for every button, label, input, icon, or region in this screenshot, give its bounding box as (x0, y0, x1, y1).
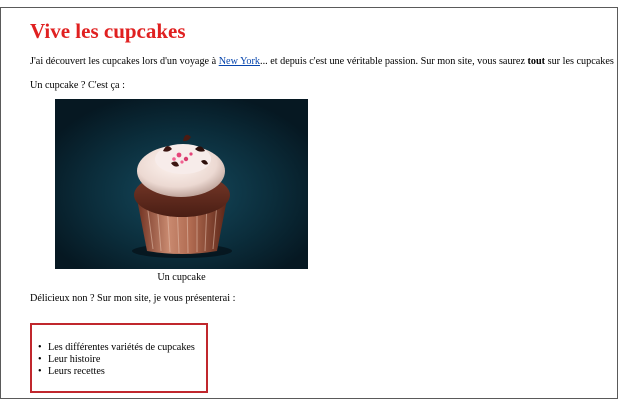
intro-paragraph: J'ai découvert les cupcakes lors d'un vo… (30, 56, 618, 67)
page-frame: Vive les cupcakes J'ai découvert les cup… (0, 7, 618, 399)
list-item-label: Les différentes variétés de cupcakes (48, 342, 195, 353)
cupcake-photo-icon (55, 99, 308, 269)
intro-text-start: J'ai découvert les cupcakes lors d'un vo… (30, 56, 219, 67)
cupcake-image (55, 99, 308, 269)
list-item: • Leurs recettes (38, 366, 195, 378)
list-item: • Les différentes variétés de cupcakes (38, 342, 195, 354)
list-item: • Leur histoire (38, 354, 195, 366)
page-title: Vive les cupcakes (30, 19, 186, 43)
image-caption: Un cupcake (157, 272, 206, 283)
list-item-label: Leurs recettes (48, 366, 105, 377)
bullet-icon: • (38, 354, 42, 365)
bullet-icon: • (38, 366, 42, 377)
lead-paragraph: Délicieux non ? Sur mon site, je vous pr… (30, 293, 236, 304)
intro-bold-word: tout (527, 56, 546, 67)
intro-text-middle: ... et depuis c'est une véritable passio… (260, 56, 528, 67)
intro-text-end: sur les cupcakes ! (545, 56, 618, 67)
topics-list: • Les différentes variétés de cupcakes • L… (38, 342, 195, 378)
topics-list-box: • Les différentes variétés de cupcakes • L… (30, 323, 208, 393)
question-paragraph: Un cupcake ? C'est ça : (30, 80, 125, 91)
list-item-label: Leur histoire (48, 354, 101, 365)
bullet-icon: • (38, 342, 42, 353)
new-york-link[interactable]: New York (219, 56, 260, 67)
